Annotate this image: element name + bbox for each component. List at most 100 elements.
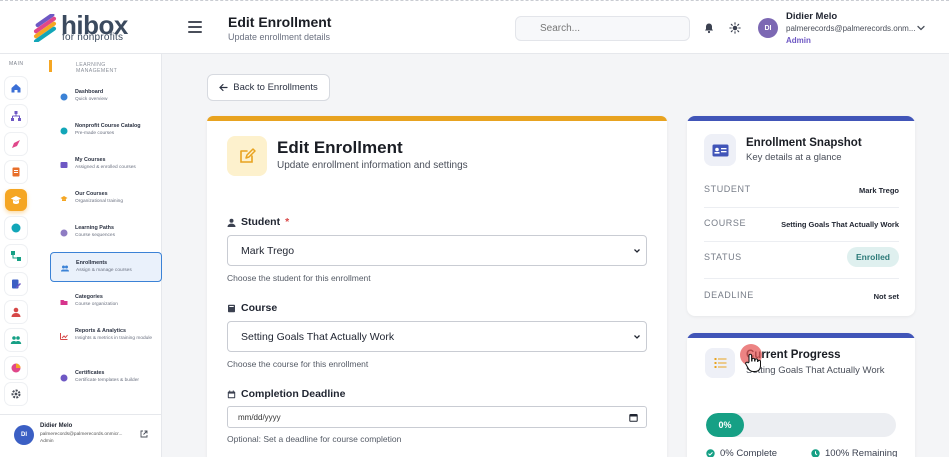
chevron-down-icon <box>634 335 640 339</box>
graduation-cap-icon <box>10 196 22 204</box>
search-input[interactable] <box>516 17 689 40</box>
rail-reports-button[interactable] <box>5 357 27 379</box>
sidebar-item-enrollments[interactable]: Enrollments Assign & manage courses <box>50 252 162 282</box>
graduation-cap-icon <box>60 196 68 201</box>
bell-icon[interactable] <box>703 22 715 34</box>
student-label-text: Student <box>241 216 281 228</box>
check-circle-icon <box>706 449 715 457</box>
sidebar-item-categories[interactable]: Categories Course organization <box>50 287 162 317</box>
sidebar-item-learning-paths[interactable]: Learning Paths Course sequences <box>50 218 162 248</box>
certificate-icon <box>60 374 68 382</box>
user-icon <box>11 307 21 317</box>
menu-item-desc: Quick overview <box>75 97 108 102</box>
rail-section-label: MAIN <box>9 61 24 67</box>
chevron-down-icon[interactable] <box>916 23 926 33</box>
edit-badge <box>227 136 267 176</box>
menu-item-desc: Assign & manage courses <box>76 268 132 273</box>
rail-campaign-button[interactable] <box>5 133 27 155</box>
back-to-enrollments-button[interactable]: Back to Enrollments <box>207 74 330 101</box>
snapshot-badge <box>704 134 736 166</box>
avatar[interactable]: DI <box>14 425 34 445</box>
page-subtitle: Update enrollment details <box>228 32 331 42</box>
rail-learning-button[interactable] <box>5 189 27 211</box>
external-link-icon[interactable] <box>140 430 148 438</box>
chevron-down-icon <box>634 249 640 253</box>
rail-home-button[interactable] <box>5 77 27 99</box>
book-icon <box>60 162 68 168</box>
rail-org-button[interactable] <box>5 105 27 127</box>
brand-logo[interactable]: hibox for nonprofits <box>30 10 130 44</box>
rail-users-button[interactable] <box>5 301 27 323</box>
id-card-icon <box>712 144 728 156</box>
user-avatar[interactable]: DI <box>758 18 778 38</box>
menu-section-label: LEARNING MANAGEMENT <box>76 62 118 74</box>
progress-track: 0% <box>706 413 896 437</box>
sidebar-item-reports[interactable]: Reports & Analytics Insights & metrics i… <box>50 321 162 351</box>
menu-item-title: Our Courses <box>75 191 108 197</box>
edit-enrollment-form-card: Edit Enrollment Update enrollment inform… <box>207 116 667 457</box>
progress-subtitle: Setting Goals That Actually Work <box>746 365 885 376</box>
rail-forms-button[interactable] <box>5 273 27 295</box>
deadline-help: Optional: Set a deadline for course comp… <box>227 434 402 444</box>
hand-pointer-icon <box>745 353 761 372</box>
student-select[interactable]: Mark Trego <box>227 235 647 266</box>
course-select[interactable]: Setting Goals That Actually Work <box>227 321 647 352</box>
divider <box>704 278 899 279</box>
snapshot-row-course: COURSE Setting Goals That Actually Work <box>704 215 899 235</box>
section-marker <box>49 60 52 72</box>
snapshot-subtitle: Key details at a glance <box>746 152 842 163</box>
sidebar-user-card: DI Didier Melo palmerecords@palmerecords… <box>0 414 162 457</box>
progress-fill: 0% <box>706 413 744 437</box>
edit-document-icon <box>12 279 21 289</box>
sidebar-item-catalog[interactable]: Nonprofit Course Catalog Pre-made course… <box>50 116 162 146</box>
rail-docs-button[interactable] <box>5 161 27 183</box>
enrollment-snapshot-card: Enrollment Snapshot Key details at a gla… <box>687 116 915 316</box>
rail-globe-button[interactable] <box>5 217 27 239</box>
menu-toggle-icon[interactable] <box>188 21 202 33</box>
rail-settings-button[interactable] <box>5 383 27 405</box>
home-icon <box>11 84 21 93</box>
sidebar-item-dashboard[interactable]: Dashboard Quick overview <box>50 82 162 112</box>
menu-item-desc: Assigned & enrolled courses <box>75 165 136 170</box>
search-box <box>515 16 690 41</box>
folder-icon <box>60 300 68 305</box>
sun-icon[interactable] <box>729 22 741 34</box>
path-icon <box>60 229 68 237</box>
rail-workflow-button[interactable] <box>5 245 27 267</box>
back-label: Back to Enrollments <box>233 82 318 93</box>
users-icon <box>10 336 22 344</box>
card-accent-bar <box>687 116 915 121</box>
menu-item-desc: Pre-made courses <box>75 131 115 136</box>
workflow-icon <box>11 251 21 261</box>
form-subtitle: Update enrollment information and settin… <box>277 160 468 171</box>
snapshot-value: Not set <box>873 292 899 301</box>
header-top-border <box>0 0 949 2</box>
top-header: hibox for nonprofits Edit Enrollment Upd… <box>0 0 949 54</box>
calendar-icon[interactable] <box>629 413 638 422</box>
sidebar-item-our-courses[interactable]: Our Courses Organizational training <box>50 184 162 214</box>
globe-icon <box>11 223 21 233</box>
menu-item-title: Dashboard <box>75 89 104 95</box>
menu-item-title: Enrollments <box>76 260 108 266</box>
card-accent-bar <box>687 333 915 338</box>
progress-percent: 0% <box>718 420 732 430</box>
divider <box>704 207 899 208</box>
menu-item-title: My Courses <box>75 157 106 163</box>
menu-item-title: Reports & Analytics <box>75 328 127 334</box>
date-placeholder: mm/dd/yyyy <box>238 412 281 422</box>
sidebar-menu: LEARNING MANAGEMENT Dashboard Quick over… <box>38 54 162 414</box>
sidebar-item-my-courses[interactable]: My Courses Assigned & enrolled courses <box>50 150 162 180</box>
user-role: Admin <box>786 36 811 45</box>
catalog-icon <box>60 127 68 135</box>
deadline-date-input[interactable]: mm/dd/yyyy <box>227 406 647 428</box>
page-title: Edit Enrollment <box>228 14 332 30</box>
snapshot-value: Setting Goals That Actually Work <box>781 220 899 229</box>
arrow-left-icon <box>219 83 228 92</box>
rail-team-button[interactable] <box>5 329 27 351</box>
complete-stat: 0% Complete <box>706 448 777 457</box>
student-help: Choose the student for this enrollment <box>227 273 371 283</box>
menu-item-title: Nonprofit Course Catalog <box>75 123 141 129</box>
sidebar-item-certificates[interactable]: Certificates Certificate templates & bui… <box>50 363 162 393</box>
clock-icon <box>811 449 820 457</box>
user-name[interactable]: Didier Melo <box>786 11 837 22</box>
